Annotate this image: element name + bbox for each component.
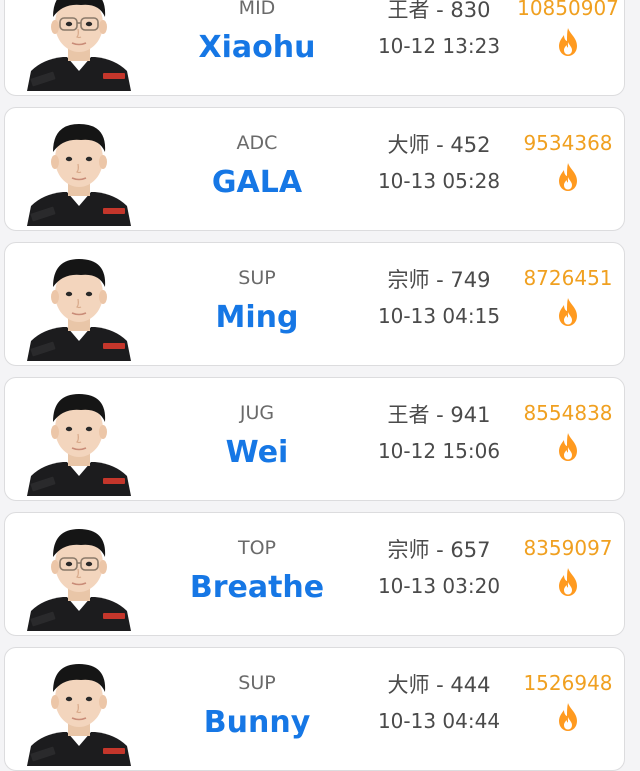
player-avatar (23, 114, 135, 226)
player-info: JUG Wei (181, 402, 333, 470)
fire-icon[interactable] (555, 162, 581, 196)
player-rank: 王者 - 941 (387, 403, 491, 427)
popularity-score: 8554838 (523, 401, 613, 425)
player-avatar (23, 654, 135, 766)
player-card[interactable]: MID Xiaohu 王者 - 830 10-12 13:23 10850907 (4, 0, 625, 96)
player-name[interactable]: Wei (181, 436, 333, 470)
player-popularity: 9534368 (515, 130, 621, 196)
player-role: ADC (236, 132, 278, 154)
player-card[interactable]: SUP Bunny 大师 - 444 10-13 04:44 1526948 (4, 647, 625, 771)
player-stats: 大师 - 444 10-13 04:44 (365, 672, 513, 734)
player-stats: 宗师 - 749 10-13 04:15 (365, 267, 513, 329)
player-time: 10-12 15:06 (377, 439, 501, 463)
player-rank: 宗师 - 657 (387, 538, 491, 562)
player-popularity: 8726451 (515, 265, 621, 331)
player-role: SUP (238, 672, 276, 694)
player-rank: 大师 - 452 (387, 133, 491, 157)
player-role: TOP (237, 537, 277, 559)
player-info: SUP Bunny (181, 672, 333, 740)
player-info: ADC GALA (181, 132, 333, 200)
fire-icon[interactable] (555, 432, 581, 466)
player-popularity: 8554838 (515, 400, 621, 466)
player-stats: 宗师 - 657 10-13 03:20 (365, 537, 513, 599)
player-time: 10-13 05:28 (377, 169, 501, 193)
player-time: 10-13 03:20 (377, 574, 501, 598)
player-role: SUP (238, 267, 276, 289)
popularity-score: 10850907 (517, 0, 619, 20)
player-info: MID Xiaohu (181, 0, 333, 65)
player-stats: 王者 - 941 10-12 15:06 (365, 402, 513, 464)
player-popularity: 10850907 (515, 0, 621, 61)
player-time: 10-13 04:15 (377, 304, 501, 328)
player-time: 10-13 04:44 (377, 709, 501, 733)
player-card[interactable]: JUG Wei 王者 - 941 10-12 15:06 8554838 (4, 377, 625, 501)
player-name[interactable]: Xiaohu (181, 31, 333, 65)
fire-icon[interactable] (555, 297, 581, 331)
player-card[interactable]: ADC GALA 大师 - 452 10-13 05:28 9534368 (4, 107, 625, 231)
player-rank: 大师 - 444 (387, 673, 491, 697)
popularity-score: 9534368 (523, 131, 613, 155)
player-role: JUG (239, 402, 275, 424)
fire-icon[interactable] (555, 27, 581, 61)
player-stats: 大师 - 452 10-13 05:28 (365, 132, 513, 194)
player-rank: 宗师 - 749 (387, 268, 491, 292)
player-info: TOP Breathe (181, 537, 333, 605)
player-name[interactable]: Breathe (181, 571, 333, 605)
fire-icon[interactable] (555, 567, 581, 601)
player-popularity: 8359097 (515, 535, 621, 601)
player-popularity: 1526948 (515, 670, 621, 736)
popularity-score: 8726451 (523, 266, 613, 290)
popularity-score: 1526948 (523, 671, 613, 695)
player-info: SUP Ming (181, 267, 333, 335)
player-rank: 王者 - 830 (387, 0, 491, 22)
player-avatar (23, 519, 135, 631)
player-card[interactable]: SUP Ming 宗师 - 749 10-13 04:15 8726451 (4, 242, 625, 366)
player-avatar (23, 384, 135, 496)
fire-icon[interactable] (555, 702, 581, 736)
player-name[interactable]: Ming (181, 301, 333, 335)
player-role: MID (238, 0, 276, 19)
player-name[interactable]: Bunny (181, 706, 333, 740)
player-name[interactable]: GALA (181, 166, 333, 200)
player-stats: 王者 - 830 10-12 13:23 (365, 0, 513, 59)
player-time: 10-12 13:23 (377, 34, 501, 58)
player-card[interactable]: TOP Breathe 宗师 - 657 10-13 03:20 8359097 (4, 512, 625, 636)
player-avatar (23, 0, 135, 91)
player-avatar (23, 249, 135, 361)
popularity-score: 8359097 (523, 536, 613, 560)
